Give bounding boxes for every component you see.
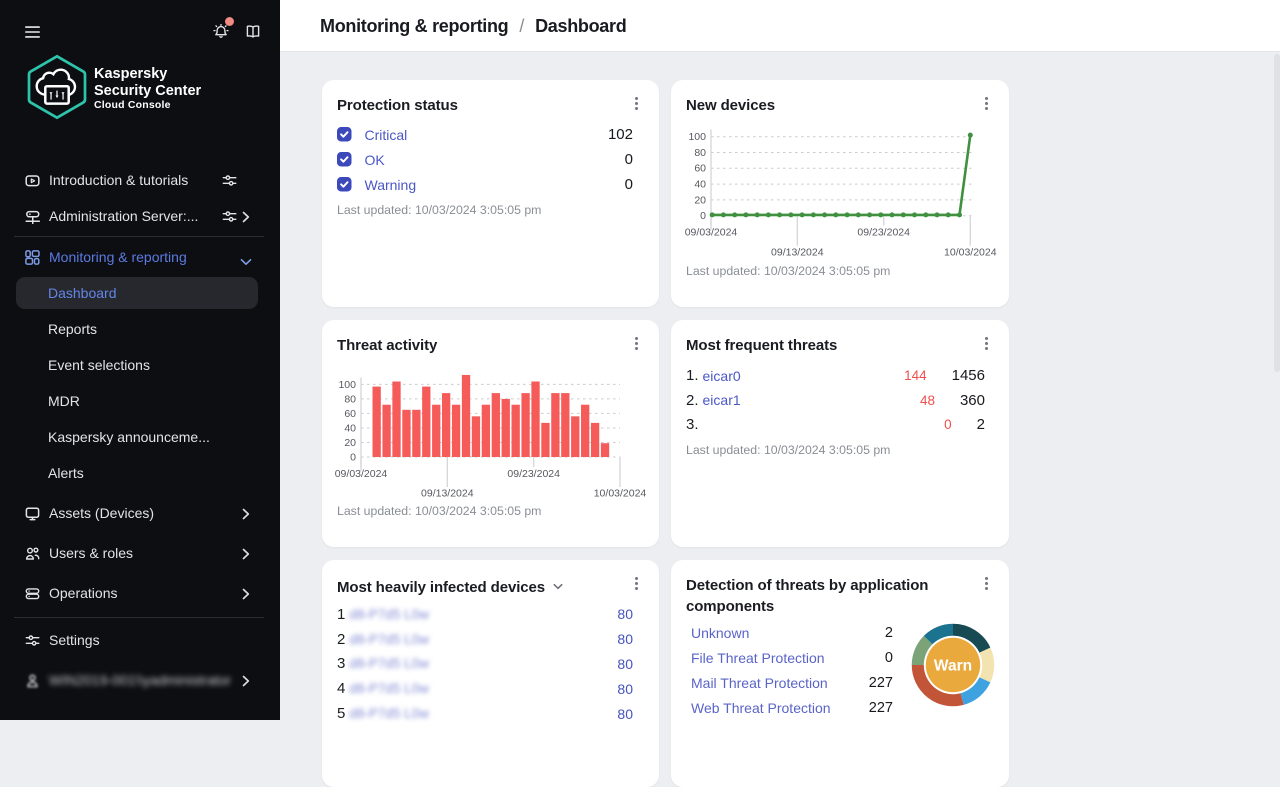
svg-text:60: 60 [344, 408, 356, 420]
svg-text:0: 0 [350, 451, 356, 463]
svg-text:09/13/2024: 09/13/2024 [421, 488, 474, 500]
svg-text:10/03/2024: 10/03/2024 [594, 488, 647, 500]
svg-text:100: 100 [688, 131, 706, 143]
svg-text:09/03/2024: 09/03/2024 [685, 227, 738, 239]
svg-text:20: 20 [694, 194, 706, 206]
svg-text:0: 0 [700, 210, 706, 222]
svg-text:100: 100 [338, 379, 356, 391]
svg-text:40: 40 [344, 422, 356, 434]
svg-text:09/13/2024: 09/13/2024 [771, 246, 824, 258]
svg-text:10/03/2024: 10/03/2024 [944, 246, 997, 258]
svg-text:40: 40 [694, 179, 706, 191]
svg-text:60: 60 [694, 163, 706, 175]
svg-text:09/03/2024: 09/03/2024 [335, 468, 388, 480]
svg-text:20: 20 [344, 437, 356, 449]
svg-text:80: 80 [344, 393, 356, 405]
svg-text:80: 80 [694, 147, 706, 159]
svg-text:09/23/2024: 09/23/2024 [857, 227, 910, 239]
svg-text:Warn: Warn [934, 658, 972, 675]
svg-text:09/23/2024: 09/23/2024 [507, 468, 560, 480]
